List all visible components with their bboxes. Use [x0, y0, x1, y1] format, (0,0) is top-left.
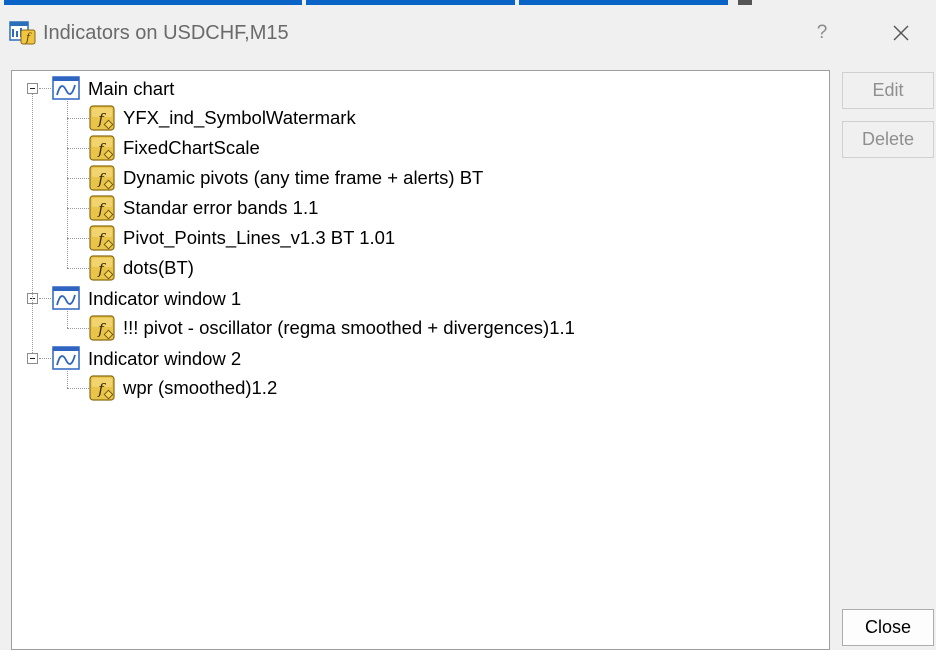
- tree-node-label: Main chart: [88, 78, 175, 99]
- tree-item-label: !!! pivot - oscillator (regma smoothed +…: [123, 317, 575, 338]
- dialog-titlebar: f Indicators on USDCHF,M15 ?: [0, 5, 936, 60]
- tree-item-indicator[interactable]: f wpr (smoothed)1.2: [89, 375, 809, 401]
- custom-indicator-icon: f: [89, 105, 115, 131]
- tree-item-indicator[interactable]: f YFX_ind_SymbolWatermark: [89, 105, 809, 131]
- chart-window-icon: [52, 346, 80, 370]
- dialog-title: Indicators on USDCHF,M15: [43, 22, 289, 44]
- tree-connector: [67, 268, 89, 269]
- tree-item-label: Dynamic pivots (any time frame + alerts)…: [123, 167, 484, 188]
- tree-connector: [67, 371, 68, 388]
- tree-node-indicator-window-2[interactable]: Indicator window 2: [52, 346, 812, 372]
- delete-button[interactable]: Delete: [842, 121, 934, 158]
- tree-item-indicator[interactable]: f Pivot_Points_Lines_v1.3 BT 1.01: [89, 225, 809, 251]
- tree-node-label: Indicator window 1: [88, 288, 242, 309]
- tree-item-label: dots(BT): [123, 257, 194, 278]
- tree-item-indicator[interactable]: f Standar error bands 1.1: [89, 195, 809, 221]
- custom-indicator-icon: f: [89, 165, 115, 191]
- custom-indicator-icon: f: [89, 195, 115, 221]
- tree-item-label: FixedChartScale: [123, 137, 260, 158]
- tree-node-indicator-window-1[interactable]: Indicator window 1: [52, 286, 812, 312]
- tree-connector: [67, 178, 89, 179]
- chart-window-icon: [52, 286, 80, 310]
- close-button[interactable]: Close: [842, 609, 934, 646]
- indicators-app-icon: f: [9, 21, 36, 45]
- custom-indicator-icon: f: [89, 135, 115, 161]
- tree-item-label: Standar error bands 1.1: [123, 197, 319, 218]
- edit-button[interactable]: Edit: [842, 72, 934, 109]
- tree-connector: [39, 88, 51, 89]
- tree-item-label: Pivot_Points_Lines_v1.3 BT 1.01: [123, 227, 396, 248]
- tree-node-label: Indicator window 2: [88, 348, 242, 369]
- custom-indicator-icon: f: [89, 315, 115, 341]
- tree-connector: [67, 311, 68, 328]
- tree-item-indicator[interactable]: f dots(BT): [89, 255, 809, 281]
- custom-indicator-icon: f: [89, 255, 115, 281]
- tree-item-indicator[interactable]: f Dynamic pivots (any time frame + alerts…: [89, 165, 809, 191]
- collapse-toggle-icon[interactable]: [27, 353, 38, 364]
- help-button[interactable]: ?: [808, 19, 836, 47]
- chart-window-icon: [52, 76, 80, 100]
- tree-connector: [67, 101, 68, 268]
- tree-item-label: wpr (smoothed)1.2: [123, 377, 278, 398]
- tree-connector: [67, 238, 89, 239]
- custom-indicator-icon: f: [89, 225, 115, 251]
- tree-connector: [67, 148, 89, 149]
- tree-node-main-chart[interactable]: Main chart: [52, 76, 812, 102]
- indicator-tree[interactable]: Main chart f YFX_ind_SymbolWatermark f Fixed…: [11, 70, 830, 650]
- tree-connector: [39, 298, 51, 299]
- tree-connector: [67, 118, 89, 119]
- tree-connector: [32, 94, 33, 353]
- tree-item-indicator[interactable]: f FixedChartScale: [89, 135, 809, 161]
- tree-connector: [67, 388, 89, 389]
- tree-connector: [67, 328, 89, 329]
- custom-indicator-icon: f: [89, 375, 115, 401]
- tree-connector: [67, 208, 89, 209]
- close-icon[interactable]: [887, 19, 915, 47]
- collapse-toggle-icon[interactable]: [27, 83, 38, 94]
- tree-item-label: YFX_ind_SymbolWatermark: [123, 107, 356, 128]
- tree-item-indicator[interactable]: f !!! pivot - oscillator (regma smoothed …: [89, 315, 809, 341]
- tree-connector: [39, 358, 51, 359]
